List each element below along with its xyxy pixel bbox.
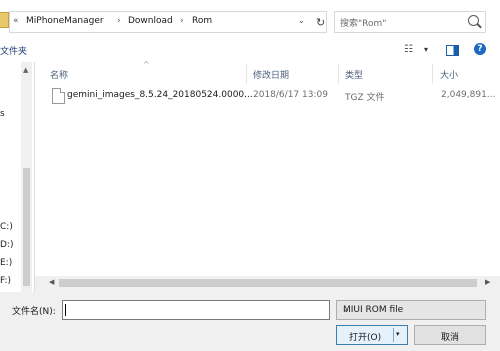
open-button-divider — [393, 328, 394, 342]
search-input[interactable]: 搜索"Rom" — [334, 11, 486, 33]
cancel-button-label: 取消 — [440, 333, 459, 343]
filename-label: 文件名(N): — [12, 307, 56, 317]
overflow-chevron[interactable]: « — [13, 16, 19, 26]
preview-pane-icon[interactable] — [446, 45, 459, 56]
chevron-down-icon[interactable]: ⌄ — [343, 305, 479, 314]
open-button-label: 打开(O) — [349, 333, 382, 343]
nav-scrollbar[interactable]: ▲ — [21, 62, 32, 292]
search-icon[interactable] — [468, 15, 479, 26]
new-folder-button[interactable]: 文件夹 — [0, 44, 27, 57]
horizontal-scroll-thumb[interactable] — [59, 279, 477, 287]
nav-item-drive-f[interactable]: F:) — [0, 276, 11, 286]
toolbar: 文件夹 ☷ ▾ ? — [0, 40, 500, 63]
filename-input[interactable] — [62, 300, 330, 320]
file-modified: 2018/6/17 13:09 — [253, 90, 328, 100]
bottom-bar: 文件名(N): MIUI ROM file ⌄ 打开(O) ▾ 取消 — [0, 292, 500, 351]
file-name: gemini_images_8.5.24_20180524.0000... — [67, 90, 253, 100]
address-bar[interactable]: « MiPhoneManager › Download › Rom ⌄ ↻ — [9, 11, 327, 33]
search-placeholder: 搜索"Rom" — [340, 19, 387, 29]
view-options-icon[interactable]: ☷ — [404, 44, 413, 55]
column-header-type[interactable]: 类型 — [345, 68, 363, 81]
breadcrumb-separator[interactable]: › — [117, 16, 121, 26]
horizontal-scrollbar[interactable]: ◀ ▶ — [35, 276, 500, 290]
open-options-caret-icon[interactable]: ▾ — [396, 330, 400, 338]
column-header-name[interactable]: 名称 — [50, 68, 68, 81]
help-icon[interactable]: ? — [474, 43, 486, 55]
address-dropdown-button[interactable]: ⌄ — [298, 16, 305, 25]
nav-item-drive-e[interactable]: E:) — [0, 258, 12, 268]
column-divider[interactable] — [338, 64, 339, 84]
nav-item[interactable]: s — [0, 109, 5, 119]
column-header-size[interactable]: 大小 — [440, 68, 458, 81]
refresh-button[interactable]: ↻ — [316, 16, 325, 29]
scroll-left-icon[interactable]: ◀ — [49, 278, 54, 286]
sort-ascending-icon: ^ — [143, 60, 150, 69]
address-bar-row: « MiPhoneManager › Download › Rom ⌄ ↻ 搜索… — [0, 0, 500, 40]
open-button[interactable]: 打开(O) ▾ — [336, 325, 408, 345]
folder-icon — [0, 12, 9, 28]
nav-item-drive-d[interactable]: D:) — [0, 240, 13, 250]
column-divider[interactable] — [432, 64, 433, 84]
view-options-caret-icon[interactable]: ▾ — [424, 45, 428, 54]
breadcrumb-separator[interactable]: › — [180, 16, 184, 26]
cancel-button[interactable]: 取消 — [414, 325, 486, 345]
nav-item-drive-c[interactable]: C:) — [0, 222, 13, 232]
breadcrumb-rom[interactable]: Rom — [192, 16, 212, 26]
column-divider[interactable] — [246, 64, 247, 84]
file-icon — [52, 88, 65, 104]
nav-scroll-thumb[interactable] — [23, 168, 30, 286]
file-row[interactable]: gemini_images_8.5.24_20180524.0000... 20… — [48, 87, 500, 105]
scroll-right-icon[interactable]: ▶ — [485, 278, 490, 286]
breadcrumb-miphonemanager[interactable]: MiPhoneManager — [26, 16, 104, 26]
breadcrumb-download[interactable]: Download — [128, 16, 173, 26]
filetype-select[interactable]: MIUI ROM file ⌄ — [336, 300, 486, 320]
scroll-up-icon[interactable]: ▲ — [23, 66, 28, 74]
file-type: TGZ 文件 — [345, 93, 385, 103]
column-header-modified[interactable]: 修改日期 — [253, 68, 289, 81]
text-caret — [65, 304, 66, 316]
file-size: 2,049,891... — [441, 90, 496, 100]
file-list: ^ 名称 修改日期 类型 大小 gemini_images_8.5.24_201… — [35, 60, 500, 276]
